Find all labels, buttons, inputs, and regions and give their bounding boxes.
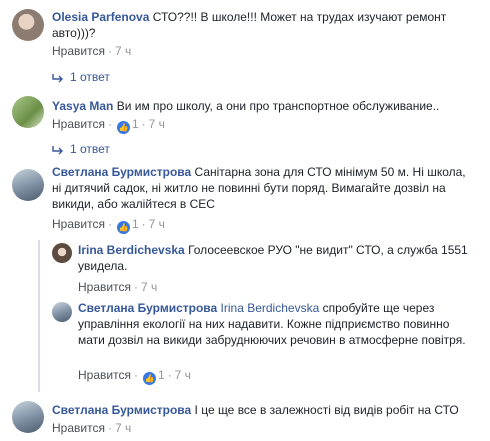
like-link[interactable]: Нравится: [52, 44, 105, 58]
comment-actions: Нравится · 7 ч: [52, 421, 132, 435]
like-link[interactable]: Нравится: [78, 280, 131, 294]
comment-actions: Нравится · 👍 1 · 7 ч: [52, 217, 165, 234]
thread-line: [38, 240, 40, 392]
avatar[interactable]: [12, 9, 44, 41]
thumbs-up-icon: 👍: [142, 372, 156, 385]
like-count[interactable]: 1: [132, 217, 139, 231]
timestamp[interactable]: 7 ч: [149, 217, 165, 231]
like-count[interactable]: 1: [158, 368, 165, 382]
comment-actions: Нравится · 👍 1 · 7 ч: [52, 117, 165, 134]
thumbs-up-icon: 👍: [116, 121, 130, 134]
timestamp[interactable]: 7 ч: [115, 421, 131, 435]
timestamp[interactable]: 7 ч: [141, 280, 157, 294]
avatar[interactable]: [52, 302, 72, 322]
avatar[interactable]: [12, 401, 44, 433]
avatar[interactable]: [12, 96, 44, 128]
mention-link[interactable]: Irina Berdichevska: [221, 301, 320, 315]
comment-text: Ви им про школу, а они про транспортное …: [116, 99, 440, 113]
avatar[interactable]: [12, 169, 44, 201]
reply-actions: Нравится · 👍 1 · 7 ч: [78, 368, 191, 385]
timestamp[interactable]: 7 ч: [115, 44, 131, 58]
thumbs-up-icon: 👍: [116, 221, 130, 234]
comment-author[interactable]: Светлана Бурмистрова: [52, 403, 191, 417]
reply-actions: Нравится · 7 ч: [78, 280, 158, 294]
reply-arrow-icon: [52, 73, 63, 83]
reply-arrow-icon: [52, 145, 63, 155]
reply-author[interactable]: Светлана Бурмистрова: [78, 301, 217, 315]
comment-author[interactable]: Olesia Parfenova: [52, 10, 149, 24]
replies-link[interactable]: 1 ответ: [52, 142, 110, 156]
comment-actions: Нравится · 7 ч: [52, 44, 132, 58]
comment-author[interactable]: Yasya Man: [52, 99, 113, 113]
avatar[interactable]: [52, 243, 72, 263]
like-link[interactable]: Нравится: [78, 368, 131, 382]
comment-text: І це ще все в залежності від видів робіт…: [194, 403, 459, 417]
like-link[interactable]: Нравится: [52, 117, 105, 131]
replies-label: 1 ответ: [70, 142, 110, 156]
like-link[interactable]: Нравится: [52, 217, 105, 231]
replies-label: 1 ответ: [70, 70, 110, 84]
timestamp[interactable]: 7 ч: [175, 368, 191, 382]
like-count[interactable]: 1: [132, 117, 139, 131]
timestamp[interactable]: 7 ч: [149, 117, 165, 131]
comment-author[interactable]: Светлана Бурмистрова: [52, 165, 191, 179]
like-link[interactable]: Нравится: [52, 421, 105, 435]
replies-link[interactable]: 1 ответ: [52, 70, 110, 84]
reply-author[interactable]: Irina Berdichevska: [78, 243, 185, 257]
